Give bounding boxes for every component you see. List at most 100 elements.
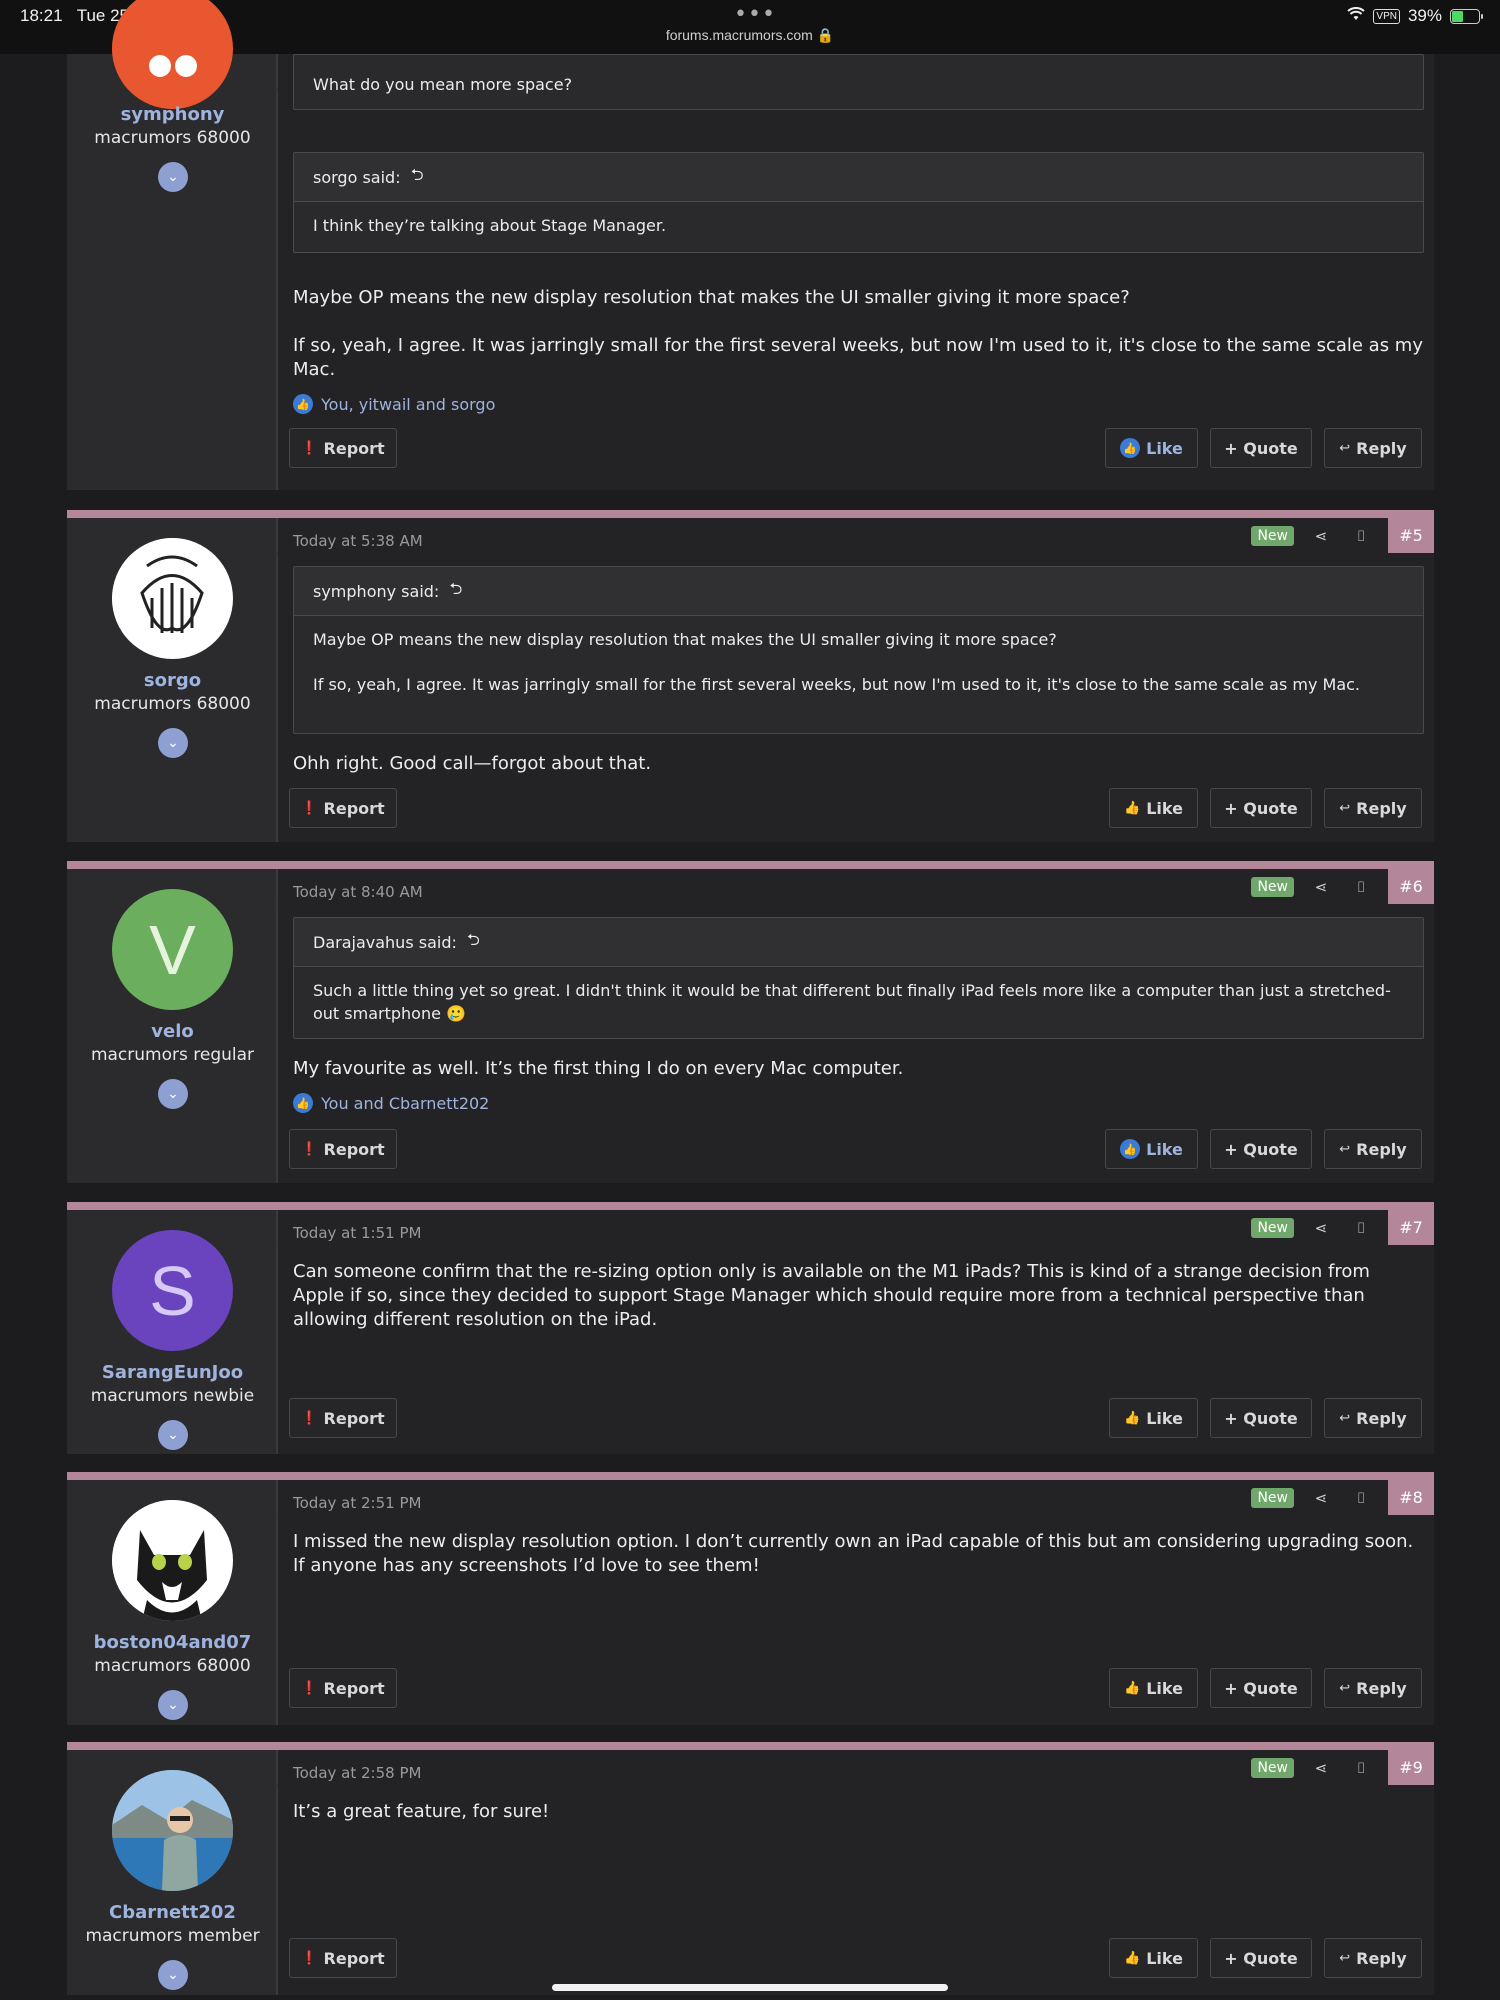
post: Cbarnett202 macrumors member ⌄ Today at …	[67, 1742, 1434, 1995]
share-icon[interactable]: ⋖	[1308, 878, 1334, 896]
like-summary[interactable]: 👍 You and Cbarnett202	[293, 1093, 489, 1113]
bookmark-icon[interactable]: ⌷	[1348, 1489, 1374, 1507]
post-number[interactable]: #5	[1388, 518, 1434, 553]
like-button[interactable]: 👍 Like	[1109, 788, 1198, 828]
user-title: macrumors newbie	[90, 1386, 255, 1406]
quote-header[interactable]: sorgo said: ⮌	[294, 153, 1423, 202]
username[interactable]: velo	[67, 1021, 278, 1042]
avatar[interactable]	[112, 1500, 233, 1621]
home-indicator[interactable]	[552, 1984, 948, 1991]
quote-button[interactable]: + Quote	[1210, 1129, 1312, 1169]
alert-icon: ❗	[301, 1950, 318, 1966]
chevron-down-icon[interactable]: ⌄	[158, 1420, 188, 1450]
post-content: Today at 1:51 PM New ⋖ ⌷ #7 Can someone …	[289, 1210, 1434, 1454]
chevron-down-icon[interactable]: ⌄	[158, 1079, 188, 1109]
quote-button[interactable]: + Quote	[1210, 1398, 1312, 1438]
avatar[interactable]	[112, 1770, 233, 1891]
reply-button[interactable]: ↩ Reply	[1324, 1938, 1422, 1978]
post-date[interactable]: Today at 5:38 AM	[293, 532, 423, 550]
avatar[interactable]	[112, 538, 233, 659]
post: sorgo macrumors 68000 ⌄ Today at 5:38 AM…	[67, 510, 1434, 842]
like-button[interactable]: 👍 Like	[1109, 1938, 1198, 1978]
bookmark-icon[interactable]: ⌷	[1348, 527, 1374, 545]
jump-to-quote-icon[interactable]: ⮌	[467, 929, 480, 956]
battery-icon	[1450, 8, 1483, 24]
post-content: Today at 8:40 AM New ⋖ ⌷ #6 Darajavahus …	[289, 869, 1434, 1183]
quote-button[interactable]: + Quote	[1210, 788, 1312, 828]
post-date[interactable]: Today at 1:51 PM	[293, 1224, 421, 1242]
bookmark-icon[interactable]: ⌷	[1348, 1759, 1374, 1777]
user-title: macrumors 68000	[94, 694, 251, 714]
jump-to-quote-icon[interactable]: ⮌	[449, 578, 462, 605]
share-icon[interactable]: ⋖	[1308, 1219, 1334, 1237]
quote-text: Such a little thing yet so great. I didn…	[313, 981, 1391, 1023]
username[interactable]: SarangEunJoo	[67, 1362, 278, 1383]
username[interactable]: boston04and07	[67, 1632, 278, 1653]
share-icon[interactable]: ⋖	[1308, 527, 1334, 545]
post-header-actions: New ⋖ ⌷ #9	[1251, 1750, 1434, 1785]
report-button[interactable]: ❗ Report	[289, 788, 397, 828]
reply-button[interactable]: ↩ Reply	[1324, 1668, 1422, 1708]
report-button[interactable]: ❗ Report	[289, 1129, 397, 1169]
post-number[interactable]: #6	[1388, 869, 1434, 904]
username[interactable]: Cbarnett202	[67, 1902, 278, 1923]
post-date[interactable]: Today at 8:40 AM	[293, 883, 423, 901]
quote-button[interactable]: + Quote	[1210, 1938, 1312, 1978]
quote-button[interactable]: + Quote	[1210, 1668, 1312, 1708]
avatar[interactable]	[112, 0, 233, 109]
post: boston04and07 macrumors 68000 ⌄ Today at…	[67, 1472, 1434, 1725]
post-message: It’s a great feature, for sure!	[293, 1801, 550, 1822]
chevron-down-icon[interactable]: ⌄	[158, 1960, 188, 1990]
bookmark-icon[interactable]: ⌷	[1348, 878, 1374, 896]
user-title: macrumors regular	[90, 1045, 255, 1065]
post-message: Can someone confirm that the re-sizing o…	[293, 1261, 1370, 1330]
username[interactable]: symphony	[67, 104, 278, 125]
chevron-down-icon[interactable]: ⌄	[158, 162, 188, 192]
reply-button[interactable]: ↩ Reply	[1324, 788, 1422, 828]
alert-icon: ❗	[301, 1410, 318, 1426]
report-button[interactable]: ❗ Report	[289, 1938, 397, 1978]
quote-header[interactable]: symphony said: ⮌	[294, 567, 1423, 616]
post-number[interactable]: #9	[1388, 1750, 1434, 1785]
share-icon[interactable]: ⋖	[1308, 1759, 1334, 1777]
quote-text: Maybe OP means the new display resolutio…	[313, 630, 1361, 694]
like-button[interactable]: 👍 Like	[1105, 428, 1198, 468]
like-button[interactable]: 👍 Like	[1105, 1129, 1198, 1169]
post-message: If so, yeah, I agree. It was jarringly s…	[293, 335, 1423, 380]
share-icon[interactable]: ⋖	[1308, 1489, 1334, 1507]
username[interactable]: sorgo	[67, 670, 278, 691]
quote-header[interactable]: Darajavahus said: ⮌	[294, 918, 1423, 967]
avatar[interactable]: S	[112, 1230, 233, 1351]
user-panel: symphony macrumors 68000 ⌄	[67, 0, 287, 490]
wifi-icon	[1347, 6, 1366, 26]
quote-button[interactable]: + Quote	[1210, 428, 1312, 468]
multitasking-dots-icon[interactable]: •••	[734, 2, 776, 27]
new-badge: New	[1251, 525, 1294, 546]
like-summary[interactable]: 👍 You, yitwail and sorgo	[293, 394, 495, 414]
battery-percent: 39%	[1407, 6, 1442, 25]
report-button[interactable]: ❗ Report	[289, 428, 397, 468]
post: S SarangEunJoo macrumors newbie ⌄ Today …	[67, 1202, 1434, 1454]
report-button[interactable]: ❗ Report	[289, 1398, 397, 1438]
chevron-down-icon[interactable]: ⌄	[158, 1690, 188, 1720]
reply-button[interactable]: ↩ Reply	[1324, 428, 1422, 468]
post-date[interactable]: Today at 2:58 PM	[293, 1764, 421, 1782]
thumbs-up-icon: 👍	[293, 394, 313, 414]
post-content: Today at 5:38 AM New ⋖ ⌷ #5 symphony sai…	[289, 518, 1434, 842]
like-button[interactable]: 👍 Like	[1109, 1668, 1198, 1708]
like-button[interactable]: 👍 Like	[1109, 1398, 1198, 1438]
avatar[interactable]: V	[112, 889, 233, 1010]
reply-button[interactable]: ↩ Reply	[1324, 1129, 1422, 1169]
chevron-down-icon[interactable]: ⌄	[158, 728, 188, 758]
user-title: macrumors member	[85, 1926, 260, 1946]
reply-button[interactable]: ↩ Reply	[1324, 1398, 1422, 1438]
post-number[interactable]: #7	[1388, 1210, 1434, 1245]
report-button[interactable]: ❗ Report	[289, 1668, 397, 1708]
jump-to-quote-icon[interactable]: ⮌	[411, 164, 424, 191]
status-indicators: VPN 39%	[1347, 6, 1483, 26]
avatar-initial: V	[149, 910, 196, 989]
bookmark-icon[interactable]: ⌷	[1348, 1219, 1374, 1237]
post-number[interactable]: #8	[1388, 1480, 1434, 1515]
post-date[interactable]: Today at 2:51 PM	[293, 1494, 421, 1512]
user-title: macrumors 68000	[94, 1656, 251, 1676]
